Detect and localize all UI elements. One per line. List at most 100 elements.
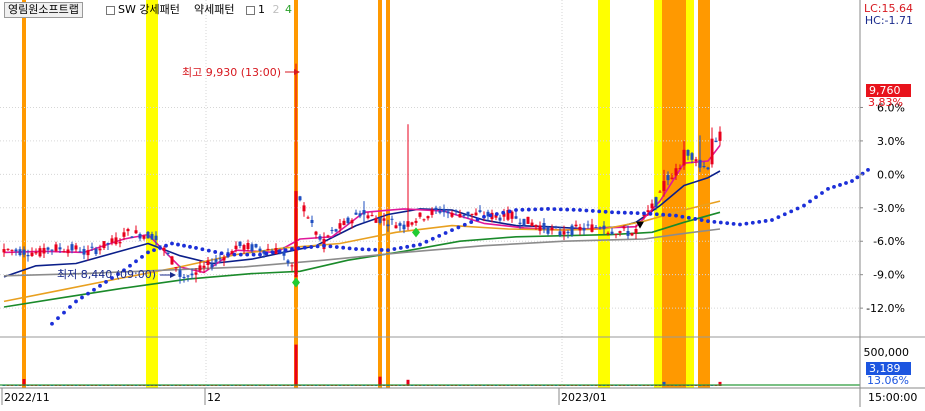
candle-body xyxy=(142,235,146,239)
candle-body xyxy=(702,166,706,168)
candle-body xyxy=(382,218,386,221)
trend-dot xyxy=(533,207,538,212)
candle-body xyxy=(110,238,114,243)
candle-body xyxy=(186,275,190,277)
y-tick-label: -3.0% xyxy=(873,202,905,215)
candle-body xyxy=(586,224,590,226)
x-tick-label: 12 xyxy=(207,391,221,404)
trend-dot xyxy=(501,210,506,215)
candle-body xyxy=(618,231,622,233)
candle-body xyxy=(422,219,426,221)
trend-dot xyxy=(832,184,836,189)
candle-body xyxy=(534,224,538,228)
trend-dot xyxy=(98,283,102,288)
trend-dot xyxy=(844,181,848,185)
trend-dot xyxy=(648,211,653,216)
candle-body xyxy=(614,234,618,236)
candle-body xyxy=(118,242,122,244)
candle-body xyxy=(10,249,14,251)
weak-pattern-tab[interactable]: 약세패턴 xyxy=(194,3,234,17)
trend-dot xyxy=(520,207,525,212)
candle-body xyxy=(442,208,446,213)
trend-dot xyxy=(418,242,422,247)
trend-dot xyxy=(860,171,865,176)
price-chart[interactable]: 6.0%3.0%0.0%-3.0%-6.0%-9.0%-12.0%500,000… xyxy=(0,0,925,407)
page-tabs: 1 2 4 xyxy=(246,3,292,17)
candle-body xyxy=(706,167,710,170)
candle-body xyxy=(246,243,250,250)
trend-dot xyxy=(443,231,448,235)
trend-dot xyxy=(866,167,870,172)
candle-body xyxy=(434,207,438,210)
page-box-icon xyxy=(246,5,255,15)
trend-dot xyxy=(140,254,144,259)
candle-body xyxy=(678,168,682,170)
candle-body xyxy=(14,249,18,252)
stock-name-tab[interactable]: 영림원소프트랩 xyxy=(4,2,83,18)
trend-dot xyxy=(475,217,480,222)
candle-body xyxy=(258,248,262,251)
candle-body xyxy=(294,191,298,277)
candle-body xyxy=(102,241,106,249)
page-4[interactable]: 4 xyxy=(285,3,292,16)
candle-body xyxy=(478,210,482,212)
trend-dot xyxy=(152,248,156,253)
strong-pattern-tab[interactable]: SW 강세패턴 xyxy=(106,3,180,17)
candle-body xyxy=(686,150,690,156)
candle-body xyxy=(654,197,658,207)
trend-dot xyxy=(539,207,544,212)
yellow-band xyxy=(654,0,662,388)
candle-body xyxy=(250,244,254,251)
trend-dot xyxy=(546,207,550,211)
trend-dot xyxy=(514,208,518,212)
candle-body xyxy=(698,159,702,168)
candle-body xyxy=(74,245,78,250)
low-annotation: 최저 8,440 (09:00) xyxy=(57,268,156,281)
candle-body xyxy=(622,227,626,229)
trend-dot xyxy=(232,252,237,257)
candle-body xyxy=(694,159,698,162)
candle-body xyxy=(570,225,574,236)
candle-body xyxy=(526,216,530,224)
candle-body xyxy=(650,203,654,209)
candle-body xyxy=(122,232,126,237)
page-2[interactable]: 2 xyxy=(273,3,280,16)
candle-body xyxy=(682,149,686,166)
candle-body xyxy=(62,251,66,253)
orange-band xyxy=(22,0,26,388)
trend-dot xyxy=(226,252,230,257)
candle-body xyxy=(182,276,186,278)
candle-body xyxy=(286,260,290,263)
trend-dot xyxy=(392,247,397,251)
orange-band xyxy=(378,0,382,388)
volume-badge-pct: 13.06% xyxy=(867,374,909,387)
trend-dot xyxy=(750,220,755,225)
candle-body xyxy=(238,241,242,247)
candle-body xyxy=(542,222,546,230)
candle-body xyxy=(42,247,46,254)
candle-body xyxy=(666,175,670,181)
candle-body xyxy=(26,254,30,257)
yellow-band xyxy=(598,0,610,388)
candle-body xyxy=(114,237,118,245)
trend-dot xyxy=(296,246,301,251)
price-badge-pct: 3.83% xyxy=(868,96,903,109)
trend-dot xyxy=(270,250,275,255)
chart-window: 6.0% 3.0% 0.0% -3.0% -6.0% -9.0% -12.0% 500,000… xyxy=(0,0,925,407)
candle-body xyxy=(634,228,638,234)
candle-body xyxy=(538,225,542,231)
trend-dot xyxy=(200,247,205,252)
trend-dot xyxy=(424,239,429,244)
candle-body xyxy=(398,223,402,226)
candle-body xyxy=(310,219,314,224)
candle-body xyxy=(646,210,650,212)
candle-body xyxy=(558,231,562,236)
candle-body xyxy=(198,265,202,271)
trend-dot xyxy=(674,213,678,218)
high-annotation: 최고 9,930 (13:00) xyxy=(182,66,281,79)
weak-pattern-label: 약세패턴 xyxy=(194,3,235,16)
candle-body xyxy=(630,233,634,236)
page-1[interactable]: 1 xyxy=(258,3,265,16)
trend-dot xyxy=(826,186,830,191)
candle-body xyxy=(18,249,22,256)
